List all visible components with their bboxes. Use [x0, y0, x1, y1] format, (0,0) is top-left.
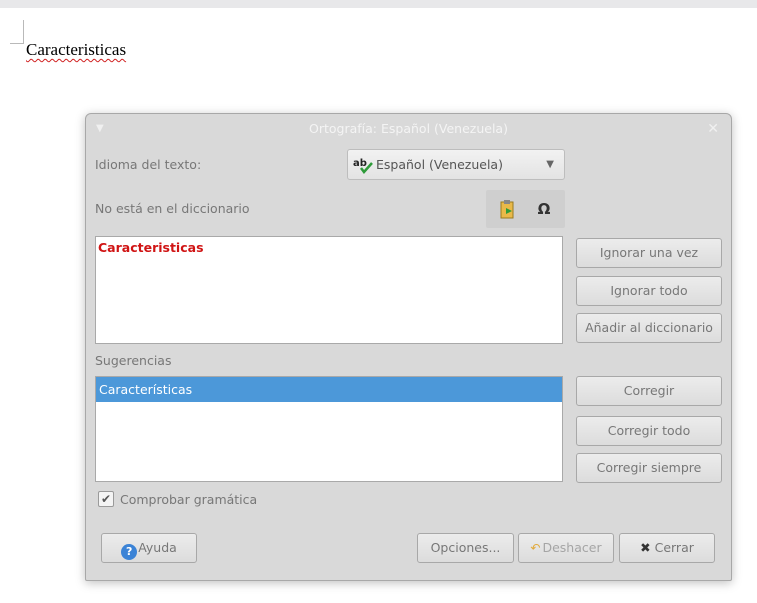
close-button[interactable]: ✖ Cerrar: [619, 533, 715, 563]
special-character-icon[interactable]: Ω: [526, 190, 562, 228]
undo-icon: ↶: [530, 541, 541, 555]
close-button-label: Cerrar: [654, 540, 694, 555]
close-icon[interactable]: ✕: [707, 114, 719, 144]
svg-text:ab: ab: [353, 158, 367, 169]
ignore-once-button[interactable]: Ignorar una vez: [576, 238, 722, 268]
ignore-all-button[interactable]: Ignorar todo: [576, 276, 722, 306]
correct-always-button[interactable]: Corregir siempre: [576, 453, 722, 483]
check-grammar-checkbox[interactable]: ✔: [98, 491, 114, 507]
suggestions-list[interactable]: Características: [95, 376, 563, 482]
correct-all-button[interactable]: Corregir todo: [576, 416, 722, 446]
help-icon: ?: [121, 544, 138, 560]
help-button-label: Ayuda: [138, 540, 177, 555]
not-in-dictionary-label: No está en el diccionario: [95, 201, 250, 216]
misspelled-text-box[interactable]: Caracteristicas: [95, 236, 563, 344]
options-button[interactable]: Opciones...: [417, 533, 514, 563]
dropdown-arrow-icon: ▼: [546, 159, 554, 170]
suggestions-label: Sugerencias: [95, 353, 172, 368]
spelling-dialog: ▼ Ortografía: Español (Venezuela) ✕ Idio…: [85, 113, 732, 581]
language-dropdown[interactable]: ab Español (Venezuela) ▼: [347, 149, 565, 180]
undo-button[interactable]: ↶ Deshacer: [518, 533, 614, 563]
autocorrect-icon[interactable]: [490, 190, 526, 228]
spellcheck-ab-icon: ab: [353, 158, 373, 174]
add-to-dictionary-button[interactable]: Añadir al diccionario: [576, 313, 722, 343]
dialog-titlebar[interactable]: ▼ Ortografía: Español (Venezuela) ✕: [86, 114, 731, 144]
checkmark-icon: ✔: [100, 492, 112, 506]
suggestion-item[interactable]: Características: [96, 377, 562, 402]
undo-button-label: Deshacer: [542, 540, 602, 555]
misspelled-word: Caracteristicas: [98, 240, 204, 255]
page-corner-mark: [10, 20, 24, 44]
check-grammar-label: Comprobar gramática: [120, 492, 258, 507]
toolbar: Ω: [486, 190, 565, 228]
language-value: Español (Venezuela): [376, 157, 503, 172]
menu-icon[interactable]: ▼: [96, 114, 104, 144]
help-button[interactable]: ? Ayuda: [101, 533, 197, 563]
x-icon: ✖: [640, 540, 651, 555]
document-text[interactable]: Caracteristicas: [26, 40, 126, 60]
correct-button[interactable]: Corregir: [576, 376, 722, 406]
dialog-title: Ortografía: Español (Venezuela): [309, 121, 508, 136]
language-label: Idioma del texto:: [95, 157, 202, 172]
